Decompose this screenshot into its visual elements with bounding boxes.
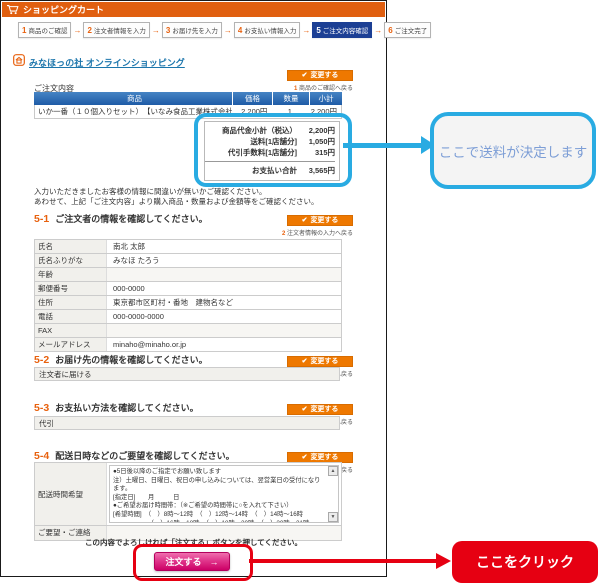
order-table-row: いか一番（１０個入りセット） 【いなみ食品工業株式会社】 2,200円 1 2,… xyxy=(34,105,342,119)
step-arrow-icon: → xyxy=(302,25,311,35)
shop-header: みなほっの社 オンラインショッピング xyxy=(13,53,185,71)
col-subtotal: 小計 xyxy=(309,92,342,105)
delivery-change-button[interactable]: ✔ 変更する xyxy=(287,451,353,463)
summary-cod-fee-row: 代引手数料[1店舗分] 315円 xyxy=(227,148,335,157)
scroll-down-icon[interactable]: ▼ xyxy=(328,512,338,522)
back-to-items-link[interactable]: 1 商品のご確認へ戻る xyxy=(248,83,353,92)
check-icon: ✔ xyxy=(301,454,308,461)
orderer-change-block: ✔ 変更する 2 注文者情報の入力へ戻る xyxy=(248,209,353,237)
table-row: 氏名 南北 太郎 xyxy=(34,240,342,254)
check-icon: ✔ xyxy=(301,358,308,365)
payment-change-button[interactable]: ✔ 変更する xyxy=(287,403,353,415)
check-icon: ✔ xyxy=(301,406,308,413)
summary-total-row: お支払い合計 3,565円 xyxy=(205,161,335,177)
order-instruction-text: この内容でよろしければ「注文する」ボタンを押してください。 xyxy=(84,538,303,547)
section-5-2-heading: 5-2 お届け先の情報を確認してください。 xyxy=(34,354,208,366)
screenshot-canvas: ショッピングカート 1 商品のご確認 → 2 注文者情報を入力 → 3 お届け先… xyxy=(0,0,602,584)
orderer-info-table: 氏名 南北 太郎 氏名ふりがな みなほ たろう 年齢 郵便番号 000-0000… xyxy=(34,239,342,352)
page-titlebar: ショッピングカート xyxy=(2,2,385,17)
delivery-time-row: 配送時間希望 ●5日後以降のご指定でお願い致します 注）土曜日、日曜日、祝日の申… xyxy=(34,463,342,526)
col-qty: 数量 xyxy=(272,92,309,105)
col-product: 商品 xyxy=(127,94,142,103)
delivery-time-text[interactable]: ●5日後以降のご指定でお願い致します 注）土曜日、日曜日、祝日の申し込みについて… xyxy=(109,465,339,523)
summary-subtotal-row: 商品代金小計（税込） 2,200円 xyxy=(222,126,335,135)
step-3-shipping: 3 お届け先を入力 xyxy=(161,22,222,38)
place-order-button[interactable]: 注文する → xyxy=(154,552,230,571)
step-1-item-confirm: 1 商品のご確認 xyxy=(18,22,72,38)
shipping-destination-value: 注文者に届ける xyxy=(34,367,340,381)
order-table: 商品 価格 数量 小計 いか一番（１０個入りセット） 【いなみ食品工業株式会社】… xyxy=(34,92,342,119)
shipping-annotation-arrow-line xyxy=(343,143,423,148)
click-annotation-arrow-line xyxy=(249,559,437,563)
price-summary-box: 商品代金小計（税込） 2,200円 送料[1店舗分] 1,050円 代引手数料[… xyxy=(204,121,340,181)
click-annotation-callout: ここをクリック xyxy=(452,541,598,583)
table-row: 郵便番号 000-0000 xyxy=(34,282,342,296)
step-arrow-icon: → xyxy=(223,25,232,35)
check-icon: ✔ xyxy=(301,72,308,79)
step-4-payment: 4 お支払い情報入力 xyxy=(233,22,301,38)
step-arrow-icon: → xyxy=(374,25,383,35)
order-change-button[interactable]: ✔ 変更する xyxy=(287,69,353,81)
checkout-steps: 1 商品のご確認 → 2 注文者情報を入力 → 3 お届け先を入力 → 4 お支… xyxy=(18,22,432,38)
delivery-time-scrollarea: ●5日後以降のご指定でお願い致します 注）土曜日、日曜日、祝日の申し込みについて… xyxy=(109,465,339,523)
product-price: 2,200円 xyxy=(241,107,268,116)
check-icon: ✔ xyxy=(301,217,308,224)
shipping-annotation-callout: ここで送料が決定します xyxy=(430,112,596,189)
section-5-1-heading: 5-1 ご注文者の情報を確認してください。 xyxy=(34,213,208,225)
arrow-right-icon: → xyxy=(209,556,219,567)
section-5-4-heading: 5-4 配送日時などのご要望を確認してください。 xyxy=(34,450,235,462)
order-table-header: 商品 価格 数量 小計 xyxy=(34,92,342,105)
product-subtotal: 2,200円 xyxy=(310,107,337,116)
delivery-request-table: 配送時間希望 ●5日後以降のご指定でお願い致します 注）土曜日、日曜日、祝日の申… xyxy=(34,462,342,541)
summary-shipping-row: 送料[1店舗分] 1,050円 xyxy=(250,137,335,146)
cart-icon xyxy=(6,4,19,15)
home-icon xyxy=(13,53,25,71)
product-name: いか一番（１０個入りセット） 【いなみ食品工業株式会社】 xyxy=(38,107,232,116)
order-change-block: ✔ 変更する 1 商品のご確認へ戻る xyxy=(248,64,353,92)
back-to-orderer-link[interactable]: 2 注文者情報の入力へ戻る xyxy=(248,228,353,237)
table-row: FAX xyxy=(34,324,342,338)
table-row: 年齢 xyxy=(34,268,342,282)
page-title: ショッピングカート xyxy=(23,5,105,15)
shop-title-link[interactable]: みなほっの社 オンラインショッピング xyxy=(29,56,185,69)
step-6-complete: 6 ご注文完了 xyxy=(384,22,432,38)
confirmation-notice: 入力いただきましたお客様の情報に間違いが無いかご確認ください。 あわせて、上記「… xyxy=(34,187,319,206)
payment-method-value: 代引 xyxy=(34,416,340,430)
step-5-order-confirm-active: 5 ご注文内容確認 xyxy=(312,22,373,38)
scrollbar[interactable]: ▲ ▼ xyxy=(328,466,338,522)
product-qty: 1 xyxy=(287,107,292,116)
shipping-change-button[interactable]: ✔ 変更する xyxy=(287,355,353,367)
table-row: 氏名ふりがな みなほ たろう xyxy=(34,254,342,268)
step-arrow-icon: → xyxy=(73,25,82,35)
step-arrow-icon: → xyxy=(151,25,160,35)
orderer-change-button[interactable]: ✔ 変更する xyxy=(287,214,353,226)
table-row: 電話 000-0000-0000 xyxy=(34,310,342,324)
click-annotation-arrowhead xyxy=(436,553,451,569)
scroll-up-icon[interactable]: ▲ xyxy=(328,466,338,476)
step-2-orderer-info: 2 注文者情報を入力 xyxy=(83,22,150,38)
col-price: 価格 xyxy=(232,92,272,105)
delivery-time-label: 配送時間希望 xyxy=(35,463,107,525)
section-5-3-heading: 5-3 お支払い方法を確認してください。 xyxy=(34,402,199,414)
table-row: 住所 東京都市区町村・番地 建物名など xyxy=(34,296,342,310)
shopping-cart-page: ショッピングカート 1 商品のご確認 → 2 注文者情報を入力 → 3 お届け先… xyxy=(0,0,432,581)
